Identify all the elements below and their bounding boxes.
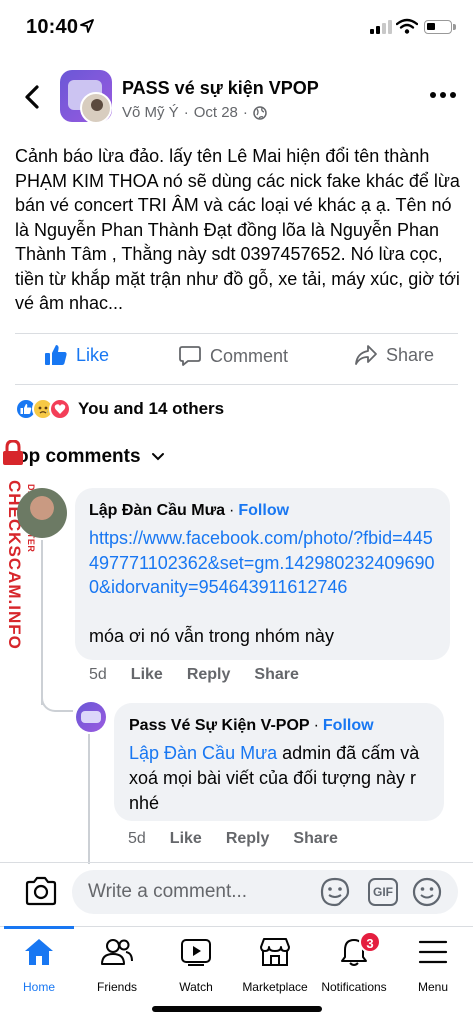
- reply-age: 5d: [128, 830, 146, 847]
- tab-marketplace[interactable]: Marketplace: [230, 935, 320, 994]
- author-name[interactable]: Võ Mỹ Ý: [122, 104, 179, 121]
- cellular-signal-icon: [370, 20, 392, 34]
- chevron-down-icon: [151, 453, 164, 461]
- tab-label: Watch: [179, 980, 213, 994]
- comment-share-button[interactable]: Share: [254, 666, 298, 684]
- share-button[interactable]: Share: [354, 344, 434, 366]
- commenter-avatar[interactable]: [17, 488, 67, 538]
- comment-age: 5d: [89, 666, 107, 683]
- header-dot: ·: [229, 502, 235, 519]
- reply-author-name[interactable]: Pass Vé Sự Kiện V-POP: [129, 717, 310, 734]
- active-tab-indicator: [4, 926, 74, 929]
- status-bar: 10:40: [0, 0, 473, 56]
- author-avatar[interactable]: [80, 92, 112, 124]
- home-indicator: [152, 1006, 322, 1012]
- like-label: Like: [76, 344, 110, 365]
- comment-header: Lập Đàn Cầu Mưa · Follow: [89, 502, 289, 520]
- post-text: Cảnh báo lừa đảo. lấy tên Lê Mai hiện đổ…: [15, 146, 460, 313]
- reply-text: Lập Đàn Cầu Mưa admin đã cấm và xoá mọi …: [129, 741, 434, 816]
- watermark: CHECKSCAM.INFO DATA CENTER: [0, 440, 44, 670]
- comment-like-button[interactable]: Like: [131, 666, 163, 684]
- thread-connector: [41, 690, 73, 712]
- status-time: 10:40: [26, 16, 79, 38]
- tab-notifications[interactable]: 3 Notifications: [309, 931, 399, 994]
- marketplace-icon: [260, 938, 290, 966]
- tab-label: Menu: [417, 980, 449, 994]
- wifi-icon: [396, 18, 418, 34]
- lock-icon: [3, 440, 23, 465]
- follow-button[interactable]: Follow: [238, 502, 289, 519]
- comment-composer[interactable]: Write a comment... GIF: [72, 870, 458, 914]
- reply-thread-line: [88, 734, 90, 864]
- meta-separator: ·: [242, 104, 248, 121]
- tab-label: Friends: [96, 980, 137, 994]
- comment-link[interactable]: https://www.facebook.com/photo/?fbid=445…: [89, 526, 439, 600]
- thread-line: [41, 540, 43, 705]
- more-options-button[interactable]: [430, 92, 456, 98]
- comment-label: Comment: [210, 345, 289, 366]
- reply-reply-button[interactable]: Reply: [226, 830, 270, 848]
- reply-bubble: Pass Vé Sự Kiện V-POP · Follow Lập Đàn Cầu…: [114, 703, 444, 821]
- group-name[interactable]: PASS vé sự kiện VPOP: [122, 78, 319, 99]
- share-label: Share: [386, 344, 435, 365]
- tab-menu[interactable]: Menu: [388, 935, 473, 994]
- comment-reply-button[interactable]: Reply: [187, 666, 231, 684]
- reply-avatar[interactable]: [76, 702, 106, 732]
- share-icon: [355, 345, 377, 365]
- tab-friends[interactable]: Friends: [72, 935, 162, 994]
- notification-badge: 3: [359, 931, 381, 953]
- camera-icon[interactable]: [24, 876, 58, 906]
- comment-actions: 5d Like Reply Share: [89, 666, 299, 684]
- follow-button[interactable]: Follow: [323, 717, 374, 734]
- post-date[interactable]: Oct 28: [194, 104, 238, 121]
- like-button[interactable]: Like: [44, 344, 109, 366]
- post-meta: Võ Mỹ Ý · Oct 28 ·: [122, 104, 267, 121]
- globe-icon: [253, 105, 267, 120]
- tab-label: Notifications: [321, 980, 387, 994]
- commenter-name[interactable]: Lập Đàn Cầu Mưa: [89, 502, 225, 519]
- emoji-icon[interactable]: [412, 877, 442, 907]
- divider: [0, 862, 473, 863]
- thumbs-up-icon: [45, 345, 67, 365]
- tab-watch[interactable]: Watch: [151, 935, 241, 994]
- meta-separator: ·: [183, 104, 189, 121]
- comment-input[interactable]: Write a comment...: [88, 881, 247, 903]
- love-reaction-icon: [49, 398, 71, 420]
- tab-label: Marketplace: [242, 980, 308, 994]
- reply-actions: 5d Like Reply Share: [128, 830, 338, 848]
- back-button[interactable]: [20, 82, 46, 112]
- header-dot: ·: [313, 717, 319, 734]
- reply-header: Pass Vé Sự Kiện V-POP · Follow: [129, 717, 374, 735]
- home-icon: [25, 939, 53, 965]
- divider: [15, 333, 458, 334]
- gif-button[interactable]: GIF: [368, 878, 398, 906]
- watch-icon: [181, 939, 211, 966]
- mention-link[interactable]: Lập Đàn Cầu Mưa: [129, 743, 277, 763]
- comment-icon: [179, 346, 201, 366]
- comment-text: móa ơi nó vẫn trong nhóm này: [89, 626, 334, 646]
- reply-share-button[interactable]: Share: [293, 830, 337, 848]
- location-arrow-icon: [80, 19, 94, 33]
- comment-button[interactable]: Comment: [178, 344, 288, 368]
- comment-bubble: Lập Đàn Cầu Mưa · Follow https://www.faceb…: [75, 488, 450, 660]
- menu-icon: [418, 940, 448, 964]
- battery-icon: [424, 20, 456, 34]
- reactions-text: You and 14 others: [78, 399, 225, 418]
- sticker-icon[interactable]: [320, 877, 350, 907]
- divider: [15, 384, 458, 385]
- friends-icon: [101, 939, 133, 965]
- reply-like-button[interactable]: Like: [170, 830, 202, 848]
- reactions-summary[interactable]: You and 14 others: [15, 398, 224, 420]
